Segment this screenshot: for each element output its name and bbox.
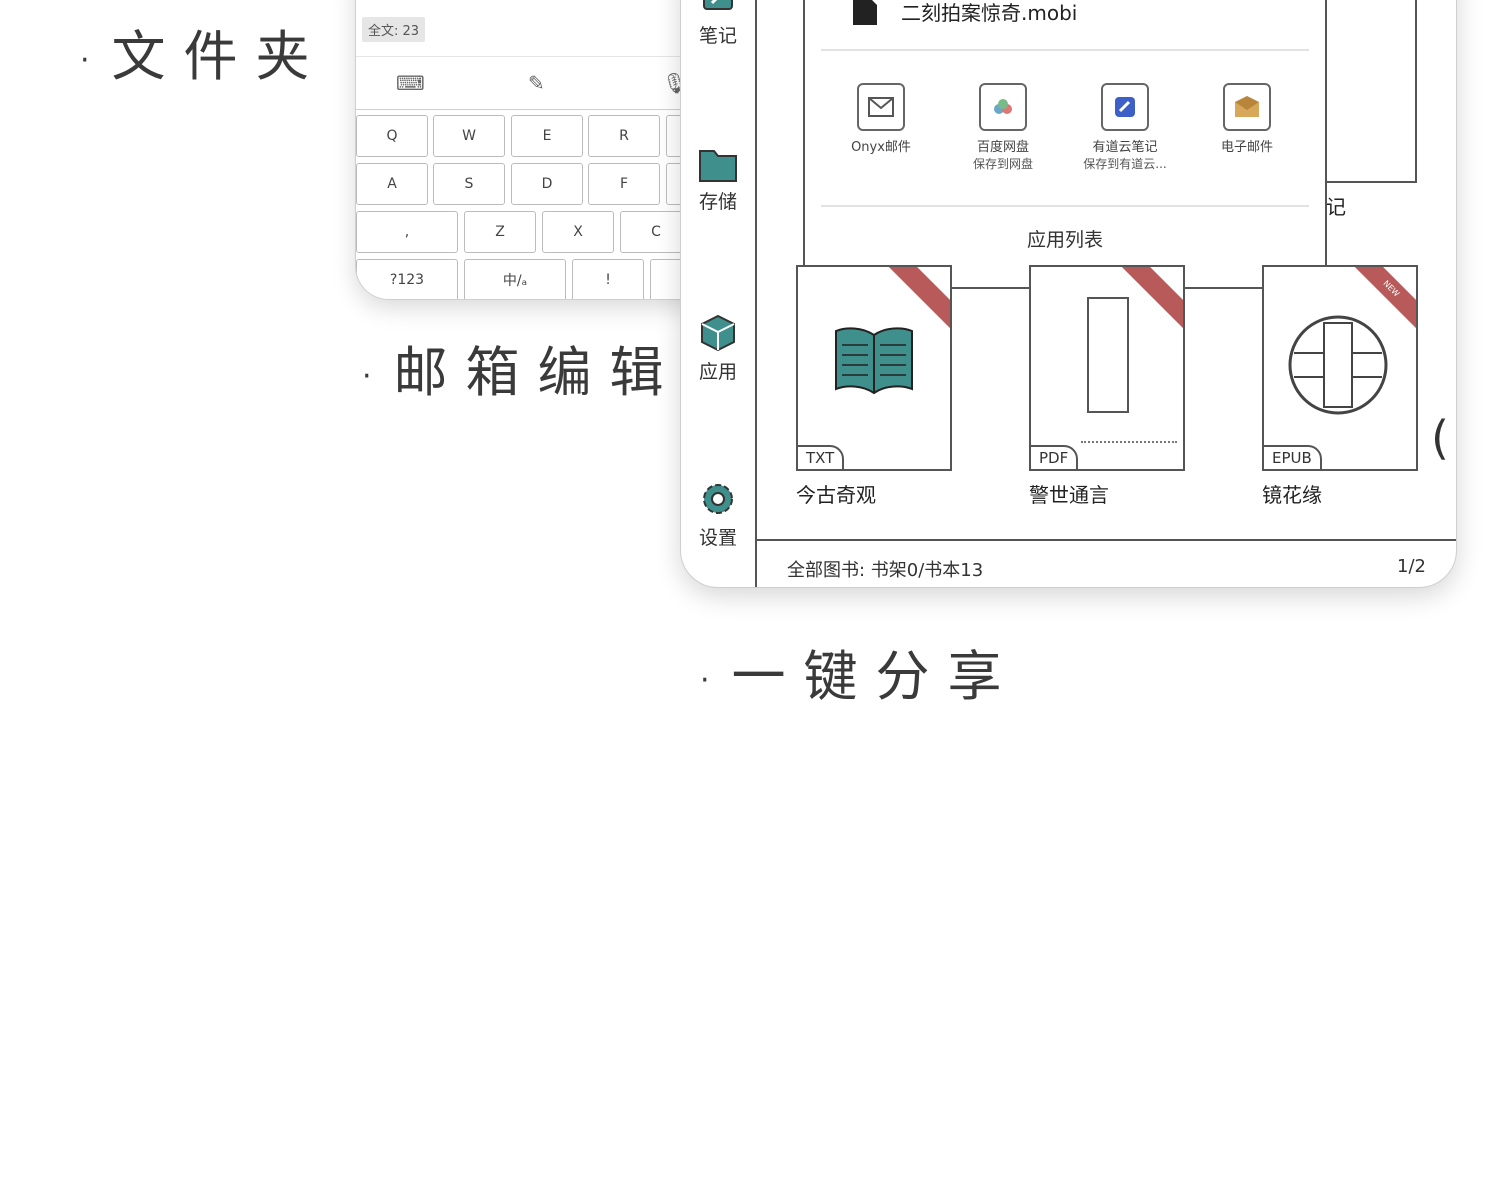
book-cover[interactable]: NEW EPUB [1262,265,1418,471]
share-app-email[interactable]: 电子邮件 [1187,83,1307,156]
divider [821,205,1309,207]
key-comma[interactable]: , [356,211,458,253]
format-badge: EPUB [1264,445,1322,469]
share-app-name: Onyx邮件 [851,140,911,155]
email-edit-device: 全文: 23 ⌨ ✎ 🎙 Q W E R A S D F , Z X C ?12… [355,0,717,300]
key-lang-switch[interactable]: 中/ₐ [464,259,566,299]
sidebar-item-label: 笔记 [698,25,737,47]
sidebar-item-notes[interactable]: 笔记 [681,0,755,48]
key-a[interactable]: A [356,163,428,205]
book-title: 警世通言 [1029,483,1109,507]
key-w[interactable]: W [433,115,505,157]
next-page-arrow[interactable]: ( [1431,411,1449,465]
key-s[interactable]: S [433,163,505,205]
caption-folder: · 文件夹 [80,25,328,88]
share-app-youdao[interactable]: 有道云笔记 保存到有道云... [1065,83,1185,172]
note-icon [703,0,733,10]
email-envelope-icon [1223,83,1271,131]
baidu-cloud-icon [979,83,1027,131]
book-cover[interactable]: TXT [796,265,952,471]
key-numbers[interactable]: ?123 [356,259,458,299]
mail-icon [857,83,905,131]
folder-icon [699,150,737,182]
sidebar-item-storage[interactable]: 存储 [681,147,755,214]
page-indicator: 1/2 [1397,556,1426,577]
book-cover[interactable]: PDF [1029,265,1185,471]
open-book-icon [835,327,913,395]
share-app-onyx-mail[interactable]: Onyx邮件 [821,83,941,156]
youdao-note-icon [1101,83,1149,131]
pen-icon[interactable]: ✎ [528,71,545,95]
caption-share-text: 一键分享 [731,645,1020,708]
footer-divider [755,539,1456,541]
share-app-name: 电子邮件 [1220,140,1273,155]
share-app-name: 有道云笔记 [1092,140,1158,155]
round-window-icon [1288,315,1388,415]
sidebar-item-settings[interactable]: 设置 [681,479,755,550]
format-badge: TXT [798,445,845,469]
key-e[interactable]: E [511,115,583,157]
app-list-button[interactable]: 应用列表 [805,225,1325,252]
keyboard-row: , Z X C [356,211,716,255]
key-d[interactable]: D [511,163,583,205]
divider [821,49,1309,51]
keyboard-icon[interactable]: ⌨ [396,71,425,95]
caption-email-edit: · 邮箱编辑 [362,341,682,404]
share-app-subtitle: 保存到有道云... [1083,157,1167,171]
share-panel: 二刻拍案惊奇.mobi Onyx邮件 百度网盘 保存到网盘 有道云笔记 保存到有… [803,0,1327,289]
share-file-name: 二刻拍案惊奇.mobi [901,1,1078,25]
library-summary: 全部图书: 书架0/书本13 [787,560,984,581]
share-app-subtitle: 保存到网盘 [972,157,1033,171]
caption-folder-text: 文件夹 [111,25,328,88]
sidebar-item-label: 设置 [698,527,737,549]
library-device: 笔记 存储 应用 设置 记 二刻拍案惊奇.mobi Onyx邮件 百度网盘 保存… [680,0,1457,588]
keyboard-row: Q W E R [356,115,716,159]
sidebar: 笔记 存储 应用 设置 [681,0,757,587]
keyboard-row: A S D F [356,163,716,207]
share-app-baidu[interactable]: 百度网盘 保存到网盘 [943,83,1063,172]
keyboard-row: ?123 中/ₐ ! [356,259,716,299]
key-x[interactable]: X [542,211,614,253]
key-q[interactable]: Q [356,115,428,157]
gear-icon [703,484,733,514]
caption-one-click-share: · 一键分享 [700,645,1020,708]
key-f[interactable]: F [588,163,660,205]
cover-title-plate [1087,297,1129,413]
cube-icon [701,314,735,352]
key-z[interactable]: Z [464,211,536,253]
share-app-name: 百度网盘 [976,140,1029,155]
caption-email-text: 邮箱编辑 [393,341,682,404]
book-title: 今古奇观 [796,483,876,507]
book-title: 镜花缘 [1262,483,1322,507]
sidebar-item-apps[interactable]: 应用 [681,313,755,384]
key-r[interactable]: R [588,115,660,157]
book-title-partial: 记 [1326,195,1346,219]
format-badge: PDF [1031,445,1079,469]
word-count-badge: 全文: 23 [362,17,426,42]
sidebar-item-label: 应用 [698,361,737,383]
cover-ornament [1081,441,1177,459]
sidebar-item-label: 存储 [698,191,737,213]
keyboard-toolbar: ⌨ ✎ 🎙 [356,56,716,110]
key-exclamation[interactable]: ! [572,259,644,299]
file-icon [853,0,877,25]
